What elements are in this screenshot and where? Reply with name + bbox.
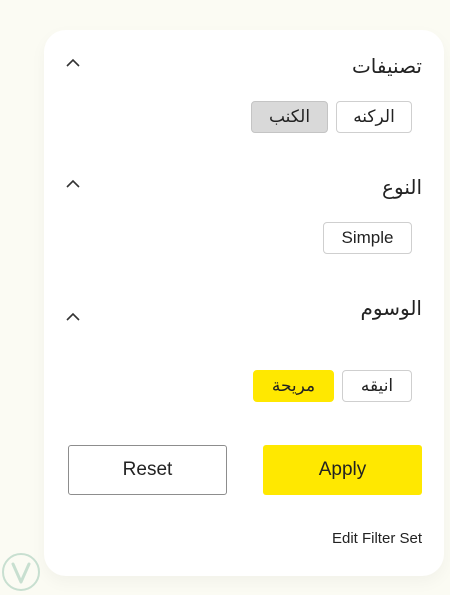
filter-panel: تصنيفات الركنه الكنب النوع Simple الوسوم… [44, 30, 444, 576]
tags-title: الوسوم [360, 298, 422, 320]
type-title: النوع [382, 177, 422, 199]
apply-button[interactable]: Apply [263, 445, 422, 495]
categories-chips: الركنه الكنب [251, 101, 412, 133]
chip-type-simple[interactable]: Simple [323, 222, 412, 254]
chevron-up-icon[interactable] [66, 310, 80, 324]
edit-filter-set-link[interactable]: Edit Filter Set [332, 530, 422, 547]
chip-tag-comfortable[interactable]: مريحة [253, 370, 334, 402]
type-chips: Simple [323, 222, 412, 254]
chevron-up-icon[interactable] [66, 177, 80, 191]
chip-category-corner[interactable]: الركنه [336, 101, 412, 133]
categories-title: تصنيفات [351, 56, 422, 78]
chip-tag-elegant[interactable]: انيقه [342, 370, 412, 402]
reset-button[interactable]: Reset [68, 445, 227, 495]
shield-logo-icon [2, 553, 40, 591]
chip-category-sofa[interactable]: الكنب [251, 101, 328, 133]
chevron-up-icon[interactable] [66, 56, 80, 70]
tags-chips: انيقه مريحة [253, 370, 412, 402]
